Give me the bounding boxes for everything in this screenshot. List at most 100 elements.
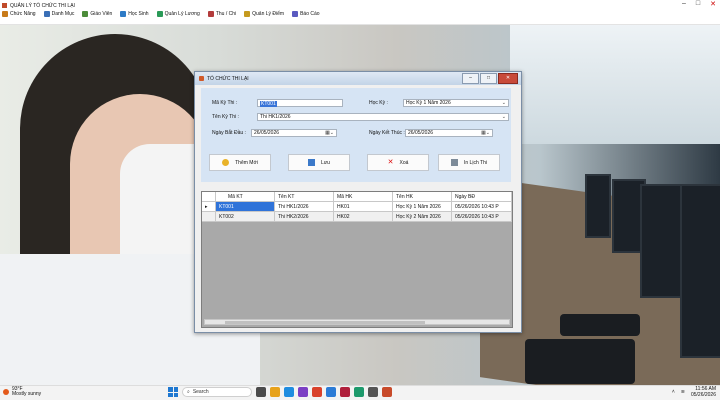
table-cell[interactable]: 05/26/2026 10:43 P [452,212,512,222]
table-row[interactable]: ▸ KT001 Thi HK1/2026 HK01 Học Kỳ 1 Năm 2… [202,202,512,212]
table-cell[interactable]: Học Kỳ 2 Năm 2026 [393,212,452,222]
menu-item-label: Báo Cáo [300,11,320,17]
app-title-bar: QUẢN LÝ TỔ CHỨC THI LẠI [2,1,75,10]
column-header[interactable]: Tên HK [393,192,452,202]
dialog-minimize-button[interactable]: – [462,73,479,84]
calendar-icon: ▦⌄ [481,130,490,136]
table-cell[interactable]: Thi HK1/2026 [275,202,334,212]
menu-item[interactable]: Học Sinh [120,11,149,17]
them-moi-button[interactable]: Thêm Mới [209,154,271,171]
minimize-icon[interactable]: – [682,0,686,8]
wifi-icon[interactable]: ≋ [681,389,685,395]
table-cell[interactable]: HK02 [334,212,393,222]
table-cell[interactable]: Thi HK2/2026 [275,212,334,222]
column-header[interactable]: Tên KT [275,192,334,202]
taskbar-search[interactable]: ⌕ Search [182,387,252,397]
menu-item-label: Giáo Viên [90,11,113,17]
app-icon[interactable] [326,387,336,397]
column-header[interactable]: Ngày BĐ [452,192,512,202]
ngay-bat-dau-label: Ngày Bắt Đầu : [212,130,246,136]
window-controls: – □ ✕ [682,0,716,8]
xoa-button[interactable]: ✕ Xoá [367,154,429,171]
list-icon [43,11,50,17]
weather-widget[interactable]: 93°F Mostly sunny [3,387,41,397]
menu-item-label: Quản Lý Lương [164,11,200,17]
clock[interactable]: 11:56 AM 05/26/2026 [691,386,716,398]
edge-icon[interactable] [284,387,294,397]
system-tray: ˄ ≋ 11:56 AM 05/26/2026 [672,386,716,398]
background-monitor [640,184,684,298]
maximize-icon[interactable]: □ [696,0,700,8]
windows-start-icon[interactable] [168,387,178,397]
hoc-ky-label: Học Kỳ : [369,100,388,106]
teacher-icon [82,11,89,17]
menu-item-label: Chức Năng [10,11,36,17]
menu-item[interactable]: Quản Lý Lương [156,11,200,17]
scrollbar-thumb[interactable] [225,321,425,324]
background-keyboard [525,339,635,384]
task-view-icon[interactable] [256,387,266,397]
close-icon[interactable]: ✕ [710,0,716,8]
visual-studio-icon[interactable] [298,387,308,397]
table-cell[interactable]: KT001 [216,202,275,212]
chrome-icon[interactable] [312,387,322,397]
row-selector[interactable] [202,212,216,222]
app-icon[interactable] [340,387,350,397]
column-header[interactable]: Mã KT [216,192,275,202]
add-icon [222,159,230,166]
ngay-ket-thuc-label: Ngày Kết Thúc : [369,130,405,136]
search-icon: ⌕ [187,389,190,395]
table-cell[interactable]: Học Kỳ 1 Năm 2026 [393,202,452,212]
menu-item-label: Quản Lý Điểm [252,11,285,17]
in-lich-thi-button[interactable]: In Lịch Thi [438,154,500,171]
ten-ky-thi-select[interactable]: Thi HK1/2026 ⌄ [257,113,509,121]
printer-icon [451,159,458,166]
table-cell[interactable]: KT002 [216,212,275,222]
menu-list: Chức Năng Danh Mục Giáo Viên Học Sinh Quản L… [2,11,320,17]
menu-item-label: Danh Mục [51,11,75,17]
ngay-bat-dau-picker[interactable]: 26/05/2026 ▦⌄ [251,129,337,137]
luu-button[interactable]: Lưu [288,154,350,171]
app-icon[interactable] [354,387,364,397]
ma-ky-thi-input[interactable]: KT001 [257,99,343,107]
table-row[interactable]: KT002 Thi HK2/2026 HK02 Học Kỳ 2 Năm 202… [202,212,512,222]
menu-item[interactable]: Giáo Viên [82,11,112,17]
grades-icon [244,11,251,17]
table-cell[interactable]: 05/26/2026 10:43 P [452,202,512,212]
ma-ky-thi-label: Mã Kỳ Thi : [212,100,238,106]
menu-item[interactable]: Danh Mục [43,11,75,17]
dialog-icon [199,76,204,81]
background-wall [510,24,720,144]
ngay-ket-thuc-picker[interactable]: 26/05/2026 ▦⌄ [405,129,493,137]
report-icon [292,11,299,17]
gear-icon [2,11,8,17]
menu-item[interactable]: Thu / Chi [207,11,236,17]
dialog-close-button[interactable]: ✕ [498,73,518,84]
taskbar-center: ⌕ Search [168,387,392,397]
ky-thi-grid: Mã KT Tên KT Mã HK Tên HK Ngày BĐ ▸ KT00… [201,191,513,328]
save-icon [308,159,316,166]
app-icon[interactable] [368,387,378,397]
dialog-maximize-button[interactable]: □ [480,73,497,84]
menu-item-label: Học Sinh [128,11,149,17]
ten-ky-thi-label: Tên Kỳ Thi : [212,114,239,120]
menu-item[interactable]: Báo Cáo [292,11,320,17]
menu-item[interactable]: Quản Lý Điểm [244,11,284,17]
column-header[interactable]: Mã HK [334,192,393,202]
grid-header: Mã KT Tên KT Mã HK Tên HK Ngày BĐ [202,192,512,202]
app-title: QUẢN LÝ TỔ CHỨC THI LẠI [10,2,75,9]
grid-horizontal-scrollbar[interactable] [204,319,510,325]
row-header-corner [202,192,216,202]
file-explorer-icon[interactable] [270,387,280,397]
chevron-up-icon[interactable]: ˄ [672,389,675,395]
dialog-titlebar: TỔ CHỨC THI LẠI – □ ✕ [195,72,521,85]
calendar-icon: ▦⌄ [325,130,334,136]
delete-icon: ✕ [387,159,394,166]
weather-desc: Mostly sunny [12,391,42,397]
row-selector-icon[interactable]: ▸ [202,202,216,212]
hoc-ky-select[interactable]: Học Kỳ 1 Năm 2026 ⌄ [403,99,509,107]
running-app-icon[interactable] [382,387,392,397]
background-monitor [680,184,720,358]
table-cell[interactable]: HK01 [334,202,393,212]
menu-item[interactable]: Chức Năng [2,11,36,17]
